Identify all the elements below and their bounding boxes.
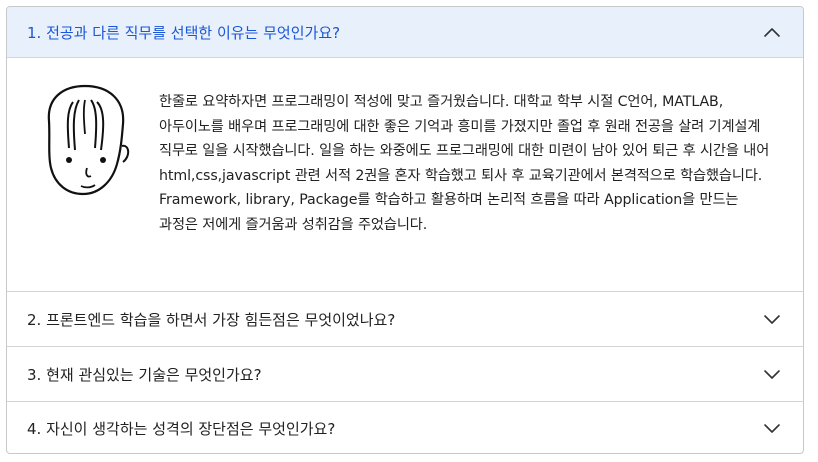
faq-question-4: 4. 자신이 생각하는 성격의 장단점은 무엇인가요? bbox=[27, 419, 336, 438]
faq-question-2: 2. 프론트엔드 학습을 하면서 가장 힘든점은 무엇이었나요? bbox=[27, 310, 396, 329]
chevron-up-icon[interactable] bbox=[761, 21, 783, 43]
faq-accordion: 1. 전공과 다른 직무를 선택한 이유는 무엇인가요? 한줄로 요약하자면 프… bbox=[6, 6, 804, 454]
portrait-illustration bbox=[47, 84, 130, 196]
chevron-down-icon[interactable] bbox=[761, 417, 783, 439]
faq-question-2-header[interactable]: 2. 프론트엔드 학습을 하면서 가장 힘든점은 무엇이었나요? bbox=[7, 292, 803, 346]
faq-question-1-header[interactable]: 1. 전공과 다른 직무를 선택한 이유는 무엇인가요? bbox=[7, 7, 803, 58]
faq-question-3-header[interactable]: 3. 현재 관심있는 기술은 무엇인가요? bbox=[7, 347, 803, 401]
faq-item-2: 2. 프론트엔드 학습을 하면서 가장 힘든점은 무엇이었나요? bbox=[7, 292, 803, 347]
faq-item-4: 4. 자신이 생각하는 성격의 장단점은 무엇인가요? bbox=[7, 402, 803, 453]
chevron-down-icon[interactable] bbox=[761, 308, 783, 330]
faq-question-3: 3. 현재 관심있는 기술은 무엇인가요? bbox=[27, 365, 262, 384]
faq-answer-1: 한줄로 요약하자면 프로그래밍이 적성에 맞고 즐거웠습니다. 대학교 학부 시… bbox=[159, 94, 770, 233]
faq-answer-1-panel: 한줄로 요약하자면 프로그래밍이 적성에 맞고 즐거웠습니다. 대학교 학부 시… bbox=[7, 58, 803, 291]
chevron-down-icon[interactable] bbox=[761, 363, 783, 385]
faq-item-1: 1. 전공과 다른 직무를 선택한 이유는 무엇인가요? 한줄로 요약하자면 프… bbox=[7, 7, 803, 292]
faq-question-4-header[interactable]: 4. 자신이 생각하는 성격의 장단점은 무엇인가요? bbox=[7, 402, 803, 453]
faq-item-3: 3. 현재 관심있는 기술은 무엇인가요? bbox=[7, 347, 803, 402]
faq-question-1: 1. 전공과 다른 직무를 선택한 이유는 무엇인가요? bbox=[27, 23, 341, 42]
